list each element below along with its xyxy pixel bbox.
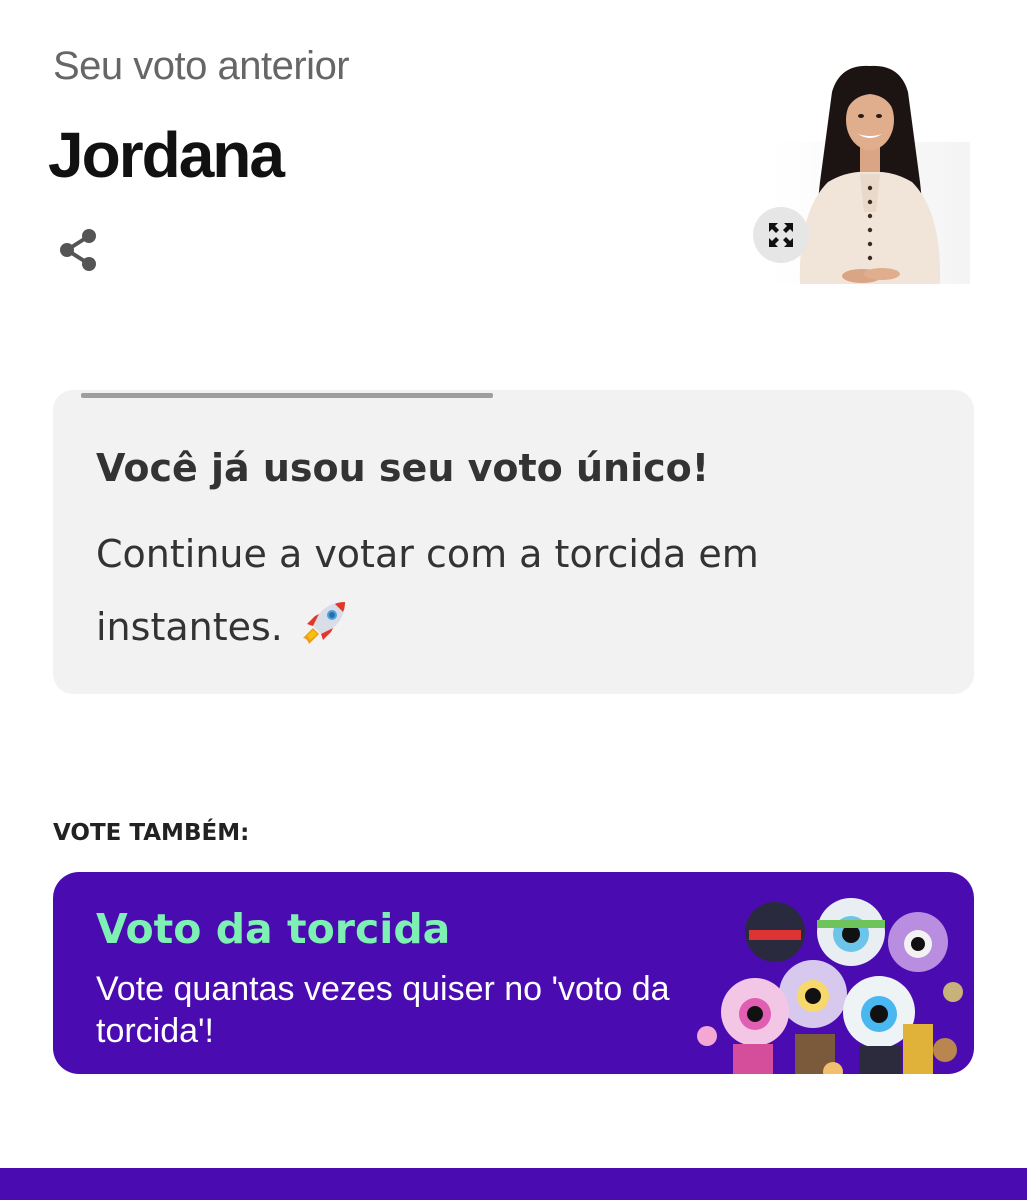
share-button[interactable] (55, 226, 103, 274)
fan-vote-description: Vote quantas vezes quiser no 'voto da to… (96, 970, 670, 1050)
notice-body-text: Continue a votar com a torcida em instan… (96, 532, 759, 649)
share-icon (60, 229, 96, 271)
notice-title: Você já usou seu voto único! (96, 446, 710, 490)
rocket-icon (299, 596, 351, 672)
previous-vote-label: Seu voto anterior (53, 44, 350, 88)
mascot-characters-illustration (683, 894, 974, 1074)
fan-vote-card[interactable]: Voto da torcida Vote quantas vezes quise… (53, 872, 974, 1074)
fan-vote-title: Voto da torcida (96, 905, 451, 953)
expand-icon (769, 223, 793, 247)
expand-photo-button[interactable] (753, 207, 809, 263)
notice-body: Continue a votar com a torcida em instan… (96, 518, 916, 672)
countdown-progress-bar (81, 393, 493, 398)
bottom-purple-bar (0, 1168, 1027, 1200)
vote-used-notice: Você já usou seu voto único! Continue a … (53, 390, 974, 694)
candidate-name: Jordana (48, 119, 285, 191)
vote-also-heading: VOTE TAMBÉM: (53, 820, 250, 846)
